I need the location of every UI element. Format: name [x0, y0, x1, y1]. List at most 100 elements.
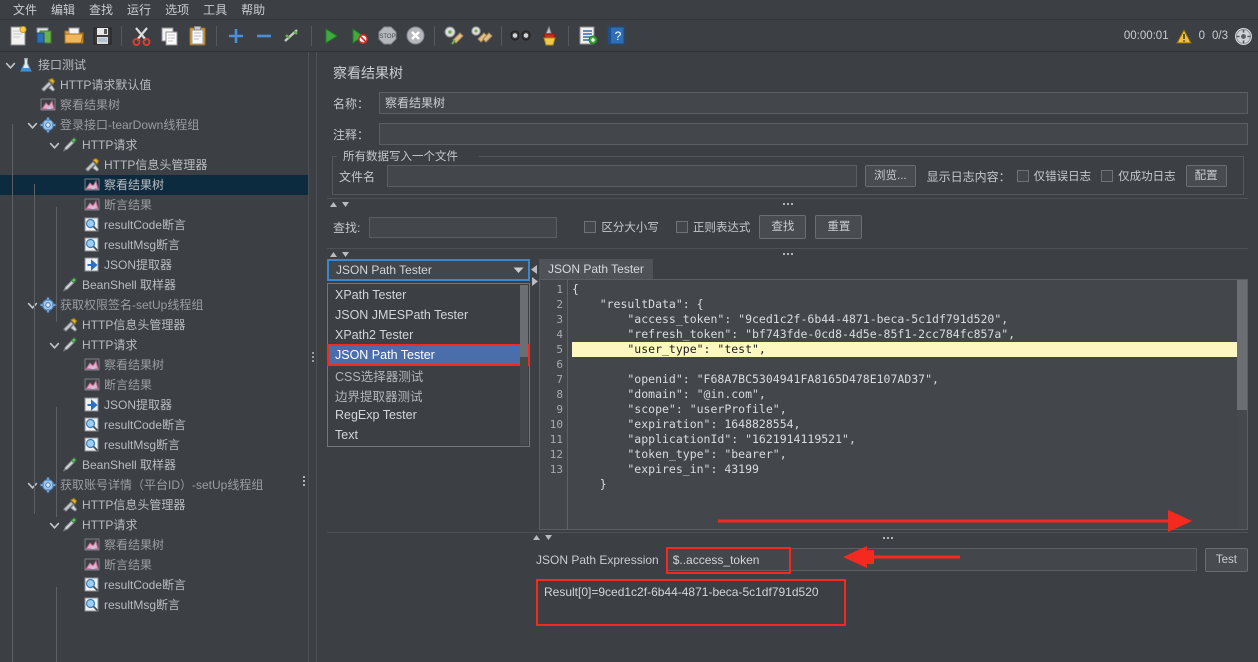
tree-node[interactable]: HTTP信息头管理器	[0, 315, 308, 335]
caret-right-icon[interactable]	[531, 277, 538, 286]
chevron-down-icon[interactable]	[48, 335, 61, 355]
toggle-icon[interactable]	[279, 23, 305, 49]
clear-icon[interactable]	[441, 23, 467, 49]
chevron-down-icon[interactable]	[4, 55, 17, 75]
menu-item-file[interactable]: 文件	[6, 1, 44, 19]
search-reset-icon[interactable]	[536, 23, 562, 49]
tree-node[interactable]: BeanShell 取样器	[0, 275, 308, 295]
browse-button[interactable]: 浏览...	[865, 165, 916, 187]
chevron-down-icon[interactable]	[48, 515, 61, 535]
tree-node[interactable]: 接口测试	[0, 55, 308, 75]
tree-node[interactable]: 察看结果树	[0, 175, 308, 195]
renderer-option[interactable]: XPath2 Tester	[328, 325, 529, 345]
tree-node[interactable]: resultCode断言	[0, 415, 308, 435]
success-only-checkbox[interactable]: 仅成功日志	[1101, 168, 1176, 184]
copy-icon[interactable]	[156, 23, 182, 49]
code-scrollbar-thumb[interactable]	[1237, 280, 1247, 410]
tree-node[interactable]: 获取权限签名-setUp线程组	[0, 295, 308, 315]
menu-item-edit[interactable]: 编辑	[44, 1, 82, 19]
chevron-down-icon[interactable]	[48, 135, 61, 155]
menu-item-tools[interactable]: 工具	[196, 1, 234, 19]
tree-node[interactable]: HTTP信息头管理器	[0, 155, 308, 175]
errors-only-checkbox[interactable]: 仅错误日志	[1016, 168, 1091, 184]
expression-result-box[interactable]: Result[0]=9ced1c2f-6b44-4871-beca-5c1df7…	[536, 578, 846, 626]
find-button[interactable]: 查找	[759, 215, 807, 239]
comment-input[interactable]	[379, 123, 1248, 145]
collapse-expand-caps[interactable]	[329, 201, 350, 208]
function-helper-icon[interactable]	[575, 23, 601, 49]
regex-checkbox[interactable]: 正则表达式	[675, 219, 750, 235]
tree-resize-grip-icon[interactable]	[303, 476, 305, 486]
clear-all-icon[interactable]	[469, 23, 495, 49]
open-icon[interactable]	[61, 23, 87, 49]
tree-node[interactable]: BeanShell 取样器	[0, 455, 308, 475]
chevron-down-icon[interactable]	[26, 295, 39, 315]
tree-node[interactable]: HTTP信息头管理器	[0, 495, 308, 515]
search-section-divider[interactable]	[327, 198, 1248, 209]
test-plan-tree[interactable]: 接口测试 HTTP请求默认值 察看结果树 登录接口-tearDown线程组 HTTP请求…	[0, 52, 308, 662]
remove-icon[interactable]	[251, 23, 277, 49]
expand-indicator-icon[interactable]	[1235, 27, 1252, 45]
tree-node[interactable]: resultMsg断言	[0, 595, 308, 615]
renderer-option[interactable]: JSON JMESPath Tester	[328, 305, 529, 325]
help-icon[interactable]: ?	[603, 23, 629, 49]
tree-node[interactable]: JSON提取器	[0, 395, 308, 415]
name-input[interactable]: 察看结果树	[379, 92, 1248, 114]
tree-node[interactable]: resultCode断言	[0, 575, 308, 595]
renderer-option[interactable]: JSON Path Tester	[327, 344, 530, 366]
tree-node[interactable]: HTTP请求默认值	[0, 75, 308, 95]
collapse-expand-caps[interactable]	[532, 534, 553, 541]
add-icon[interactable]	[223, 23, 249, 49]
tree-node[interactable]: 断言结果	[0, 195, 308, 215]
save-icon[interactable]	[89, 23, 115, 49]
cut-icon[interactable]	[128, 23, 154, 49]
stop-icon[interactable]: STOP	[374, 23, 400, 49]
tree-node[interactable]: resultMsg断言	[0, 235, 308, 255]
dropdown-scrollbar-thumb[interactable]	[520, 285, 528, 357]
search-icon[interactable]	[508, 23, 534, 49]
warning-icon[interactable]	[1175, 28, 1192, 44]
chevron-down-icon[interactable]	[26, 115, 39, 135]
menu-item-run[interactable]: 运行	[120, 1, 158, 19]
menu-item-help[interactable]: 帮助	[234, 1, 272, 19]
templates-icon[interactable]	[33, 23, 59, 49]
menu-item-options[interactable]: 选项	[158, 1, 196, 19]
tree-node[interactable]: 登录接口-tearDown线程组	[0, 115, 308, 135]
tree-node[interactable]: resultMsg断言	[0, 435, 308, 455]
search-input[interactable]	[369, 216, 558, 238]
tree-node[interactable]: HTTP请求	[0, 135, 308, 155]
test-button[interactable]: Test	[1204, 547, 1248, 572]
tester-section-divider[interactable]	[327, 248, 1248, 259]
caret-left-icon[interactable]	[531, 265, 538, 274]
tree-node[interactable]: 获取账号详情（平台ID）-setUp线程组	[0, 475, 308, 495]
renderer-option[interactable]: CSS选择器测试	[328, 365, 529, 385]
start-no-pauses-icon[interactable]	[346, 23, 372, 49]
configure-button[interactable]: 配置	[1185, 165, 1227, 187]
response-json-content[interactable]: { "resultData": { "access_token": "9ced1…	[568, 280, 1247, 529]
filename-input[interactable]	[387, 165, 857, 187]
dropdown-scrollbar[interactable]	[520, 285, 528, 445]
renderer-dropdown-list[interactable]: XPath Tester JSON JMESPath Tester XPath2 T…	[327, 283, 530, 447]
tab-json-path-tester[interactable]: JSON Path Tester	[539, 259, 653, 279]
response-code-view[interactable]: 1 2 3 4 5 6 7 8 9 10 11 12 13 { "resultData": { "acc…	[539, 279, 1248, 530]
tree-node[interactable]: resultCode断言	[0, 215, 308, 235]
start-icon[interactable]	[318, 23, 344, 49]
tree-panel-splitter[interactable]	[308, 52, 317, 662]
tree-node[interactable]: 断言结果	[0, 555, 308, 575]
chevron-down-icon[interactable]	[26, 475, 39, 495]
renderer-option[interactable]: Text	[328, 425, 529, 445]
renderer-option[interactable]: RegExp Tester	[328, 405, 529, 425]
menu-item-search[interactable]: 查找	[82, 1, 120, 19]
tree-node[interactable]: JSON提取器	[0, 255, 308, 275]
expression-input[interactable]: $..access_token	[665, 547, 1197, 574]
tree-node[interactable]: 察看结果树	[0, 355, 308, 375]
tree-node[interactable]: 断言结果	[0, 375, 308, 395]
tree-node[interactable]: HTTP请求	[0, 335, 308, 355]
renderer-option[interactable]: XPath Tester	[328, 285, 529, 305]
new-file-icon[interactable]	[5, 23, 31, 49]
code-vertical-scrollbar[interactable]	[1237, 280, 1247, 529]
collapse-expand-caps[interactable]	[329, 251, 350, 258]
reset-button[interactable]: 重置	[815, 215, 863, 239]
tester-horizontal-splitter[interactable]	[530, 259, 539, 530]
tree-node[interactable]: HTTP请求	[0, 515, 308, 535]
